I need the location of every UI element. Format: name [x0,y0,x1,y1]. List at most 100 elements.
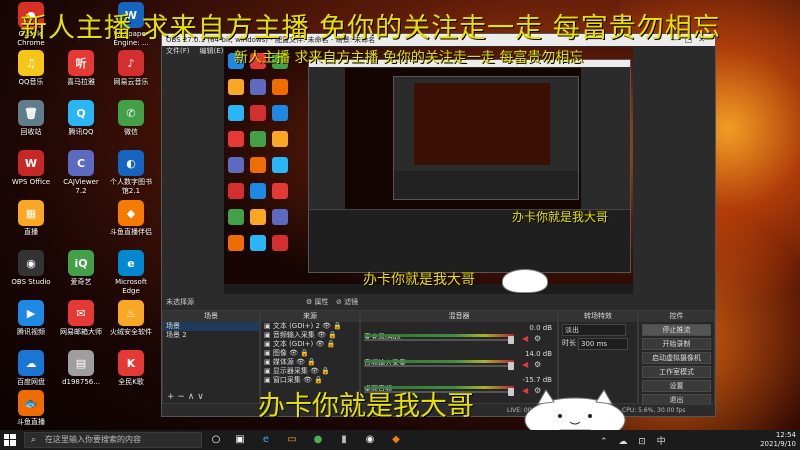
properties-button[interactable]: ⚙ 属性 [306,296,329,308]
volume-slider[interactable] [364,362,514,370]
desktop-icon-label: 腾讯QQ [68,128,94,136]
preview-desktop-icon [228,79,244,95]
desktop-icon[interactable]: ▦ 直播 [8,200,54,237]
obs-window[interactable]: OBS 27.0.1 (64-bit, windows) - 配置文件: 未命名… [161,33,716,417]
no-source-bar: 未选择源 ⚙ 属性 ⊘ 滤镜 [162,296,715,308]
speaker-mute-icon[interactable]: ◀ [522,360,528,369]
desktop-icon[interactable]: Q 腾讯QQ [58,100,104,137]
source-item[interactable]: ▣ 显示器采集 👁 🔒 [261,367,359,376]
preview-desktop-icon [272,131,288,147]
app-icon: ♫ [18,50,44,76]
transitions-dock-title: 转场特效 [559,311,637,322]
desktop-icon[interactable]: ✉ 网易邮箱大师 [58,300,104,337]
desktop-icon-label: 网易云音乐 [113,78,149,86]
app-icon: K [118,350,144,376]
control-button[interactable]: 启动虚拟摄像机 [642,352,711,364]
slider-knob[interactable] [508,362,514,370]
no-source-label: 未选择源 [166,298,194,306]
speaker-mute-icon[interactable]: ◀ [522,334,528,343]
task-view-icon[interactable]: ○ [208,432,224,448]
desktop-icon[interactable]: W WPS Office [8,150,54,187]
app-icon: W [18,150,44,176]
duration-row: 时长 300 ms [562,338,634,350]
scene-item[interactable]: 场景 2 [163,331,259,340]
menu-item[interactable]: 文件(F) [166,47,190,55]
app-icon: C [68,150,94,176]
ime-indicator[interactable]: 中 [657,437,670,447]
desktop-icon-label: 网易邮箱大师 [60,328,102,336]
system-tray-icons[interactable]: ⌃ ☁ ⊡ 中 [600,434,670,447]
desktop-icon[interactable]: 🐟 斗鱼直播 [8,390,54,427]
transition-select-value[interactable]: 淡出 [562,324,626,336]
control-button[interactable]: 设置 [642,380,711,392]
desktop-icon[interactable]: ▶ 腾讯视频 [8,300,54,337]
menu-item[interactable]: 编辑(E) [200,47,224,55]
control-button[interactable]: 工作室模式 [642,366,711,378]
source-item[interactable]: ▣ 文本 (GDI+) 👁 🔒 [261,340,359,349]
desktop-icon[interactable]: ♨ 火绒安全软件 [108,300,154,337]
preview-desktop-icon [250,209,266,225]
control-button[interactable]: 停止推流 [642,324,711,336]
desktop-icon[interactable]: ◉ OBS Studio [8,250,54,287]
desktop-icon[interactable]: ♪ 网易云音乐 [108,50,154,87]
desktop-icon-label: 全民K歌 [118,378,144,386]
desktop-icon[interactable]: ✆ 微信 [108,100,154,137]
control-button[interactable]: 开始录制 [642,338,711,350]
desktop-icon[interactable]: K 全民K歌 [108,350,154,387]
edge-taskbar-icon[interactable]: e [258,432,274,448]
desktop-icon[interactable]: 🗑 回收站 [8,100,54,137]
mixer-channel: 音频输入采集 14.0 dB ◀ ⚙ [364,350,554,372]
desktop-icon[interactable]: ▤ d198756... [58,350,104,387]
desktop-icon[interactable]: ◆ 斗鱼直播伴侣 [108,200,154,237]
slider-knob[interactable] [508,388,514,396]
volume-slider[interactable] [364,336,514,344]
desktop-icon[interactable]: 听喜马拉雅 [58,50,104,87]
transition-select[interactable]: 淡出 [562,324,634,336]
multitask-icon[interactable]: ▣ [232,432,248,448]
desktop-icon[interactable]: C CAJViewer 7.2 [58,150,104,196]
desktop-icon[interactable]: iQ 爱奇艺 [58,250,104,287]
source-item[interactable]: ▣ 媒体源 👁 🔒 [261,358,359,367]
mixer-dock-title: 混音器 [361,311,557,322]
desktop-icon-label: 百度网盘 [17,378,45,386]
scene-item[interactable]: 场景 [163,322,259,331]
obs-taskbar-icon[interactable]: ◉ [362,432,378,448]
douyu-taskbar-icon[interactable]: ◆ [388,432,404,448]
volume-meter [364,360,514,363]
slider-knob[interactable] [508,336,514,344]
filters-button[interactable]: ⊘ 滤镜 [336,296,358,308]
desktop-icon[interactable]: e Microsoft Edge [108,250,154,296]
desktop-icon[interactable]: ♫ QQ音乐 [8,50,54,87]
duration-input[interactable]: 300 ms [578,338,628,350]
windows-start-icon[interactable] [4,434,16,446]
preview-desktop: 办卡你就是我大哥 新人主播 求来自方主播 免你的关注走一走 每富贵勿相忘 办卡你… [224,47,633,294]
preview-nested-preview [345,68,581,210]
clock[interactable]: 12:54 2021/9/10 [760,431,796,449]
volume-meter [364,334,514,337]
desktop-icon-label: 微信 [124,128,138,136]
desktop-icon-label: d198756... [62,378,100,386]
app-icon: ✆ [118,100,144,126]
gear-icon[interactable]: ⚙ [534,334,541,343]
source-item[interactable]: ▣ 音频输入采集 👁 🔒 [261,331,359,340]
scenes-dock: 场景 场景 场景 2 + − ∧ ∨ [162,310,260,404]
source-item[interactable]: ▣ 文本 (GDI+) 2 👁 🔒 [261,322,359,331]
mixer-channel: 麦克风/Aux 0.0 dB ◀ ⚙ [364,324,554,346]
scenes-dock-toolbar[interactable]: + − ∧ ∨ [163,391,259,403]
source-item[interactable]: ▣ 图像 👁 🔒 [261,349,359,358]
preview-desktop-icons [224,47,294,294]
desktop-icon[interactable]: ☁ 百度网盘 [8,350,54,387]
stream-caption-text: 办卡你就是我大哥 [258,391,474,422]
gear-icon[interactable]: ⚙ [534,360,541,369]
preview-desktop-icon [272,79,288,95]
preview-desktop-icon [272,183,288,199]
explorer-taskbar-icon[interactable]: ▭ [284,432,300,448]
preview-desktop-icon [250,157,266,173]
desktop-icon[interactable]: ◐ 个人数字图书馆2.1 [108,150,154,196]
app-taskbar-icon[interactable]: ▮ [336,432,352,448]
controls-dock-title: 控件 [639,311,714,322]
chrome-taskbar-icon[interactable]: ● [310,432,326,448]
taskbar-search-box[interactable]: ⌕ 在这里输入你要搜索的内容 [24,432,202,448]
stream-preview[interactable]: 办卡你就是我大哥 新人主播 求来自方主播 免你的关注走一走 每富贵勿相忘 办卡你… [224,47,633,294]
preview-caption: 办卡你就是我大哥 [363,272,475,288]
